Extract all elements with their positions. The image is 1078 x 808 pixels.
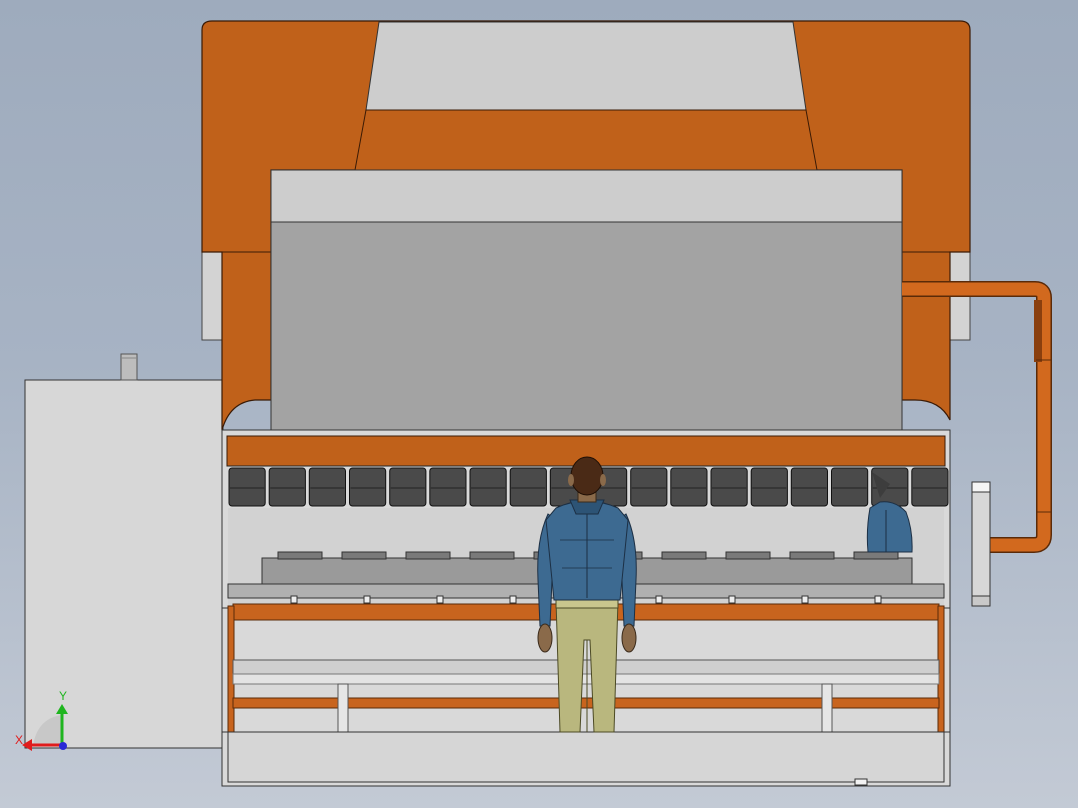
left-side-plate: [201, 251, 223, 341]
bed-clamp: [509, 595, 517, 604]
upper-tool-segment[interactable]: [349, 467, 387, 507]
upper-tool-segment[interactable]: [710, 467, 748, 507]
upper-tool-segment[interactable]: [831, 467, 869, 507]
upper-tool-segment[interactable]: [750, 467, 788, 507]
upper-tool-segment[interactable]: [389, 467, 427, 507]
upper-tool-segment[interactable]: [228, 467, 266, 507]
upper-tool-segment[interactable]: [429, 467, 467, 507]
bed-clamp: [874, 595, 882, 604]
lower-die-segment[interactable]: [469, 551, 515, 560]
lower-die-segment[interactable]: [853, 551, 899, 560]
upper-tool-segment[interactable]: [630, 467, 668, 507]
lower-die-segment[interactable]: [341, 551, 387, 560]
frame-top-window: [365, 21, 807, 111]
upper-tool-segment[interactable]: [469, 467, 507, 507]
model-view[interactable]: Y X: [0, 0, 1078, 808]
bed-clamp: [436, 595, 444, 604]
x-axis-label: X: [15, 733, 23, 747]
bed-clamp: [363, 595, 371, 604]
lower-die-segment[interactable]: [725, 551, 771, 560]
lower-die-segment[interactable]: [789, 551, 835, 560]
upper-tool-segment[interactable]: [308, 467, 346, 507]
upper-tool-segment[interactable]: [670, 467, 708, 507]
bed-clamp: [290, 595, 298, 604]
electrical-cabinet[interactable]: [24, 353, 224, 749]
bed-clamp: [801, 595, 809, 604]
lower-die-segment[interactable]: [661, 551, 707, 560]
graphics-viewport[interactable]: Y X: [0, 0, 1078, 808]
upper-tool-segment[interactable]: [268, 467, 306, 507]
upper-tool-segment[interactable]: [911, 467, 949, 507]
bed-clamp: [728, 595, 736, 604]
ram-beam[interactable]: [270, 169, 903, 437]
y-axis-label: Y: [59, 689, 67, 703]
z-axis-dot: [59, 742, 67, 750]
upper-tool-segment[interactable]: [790, 467, 828, 507]
upper-tool-segment[interactable]: [509, 467, 547, 507]
foot-pedal-bracket[interactable]: [971, 481, 991, 607]
lower-die-segment[interactable]: [277, 551, 323, 560]
lower-die-segment[interactable]: [405, 551, 451, 560]
bed-clamp: [655, 595, 663, 604]
